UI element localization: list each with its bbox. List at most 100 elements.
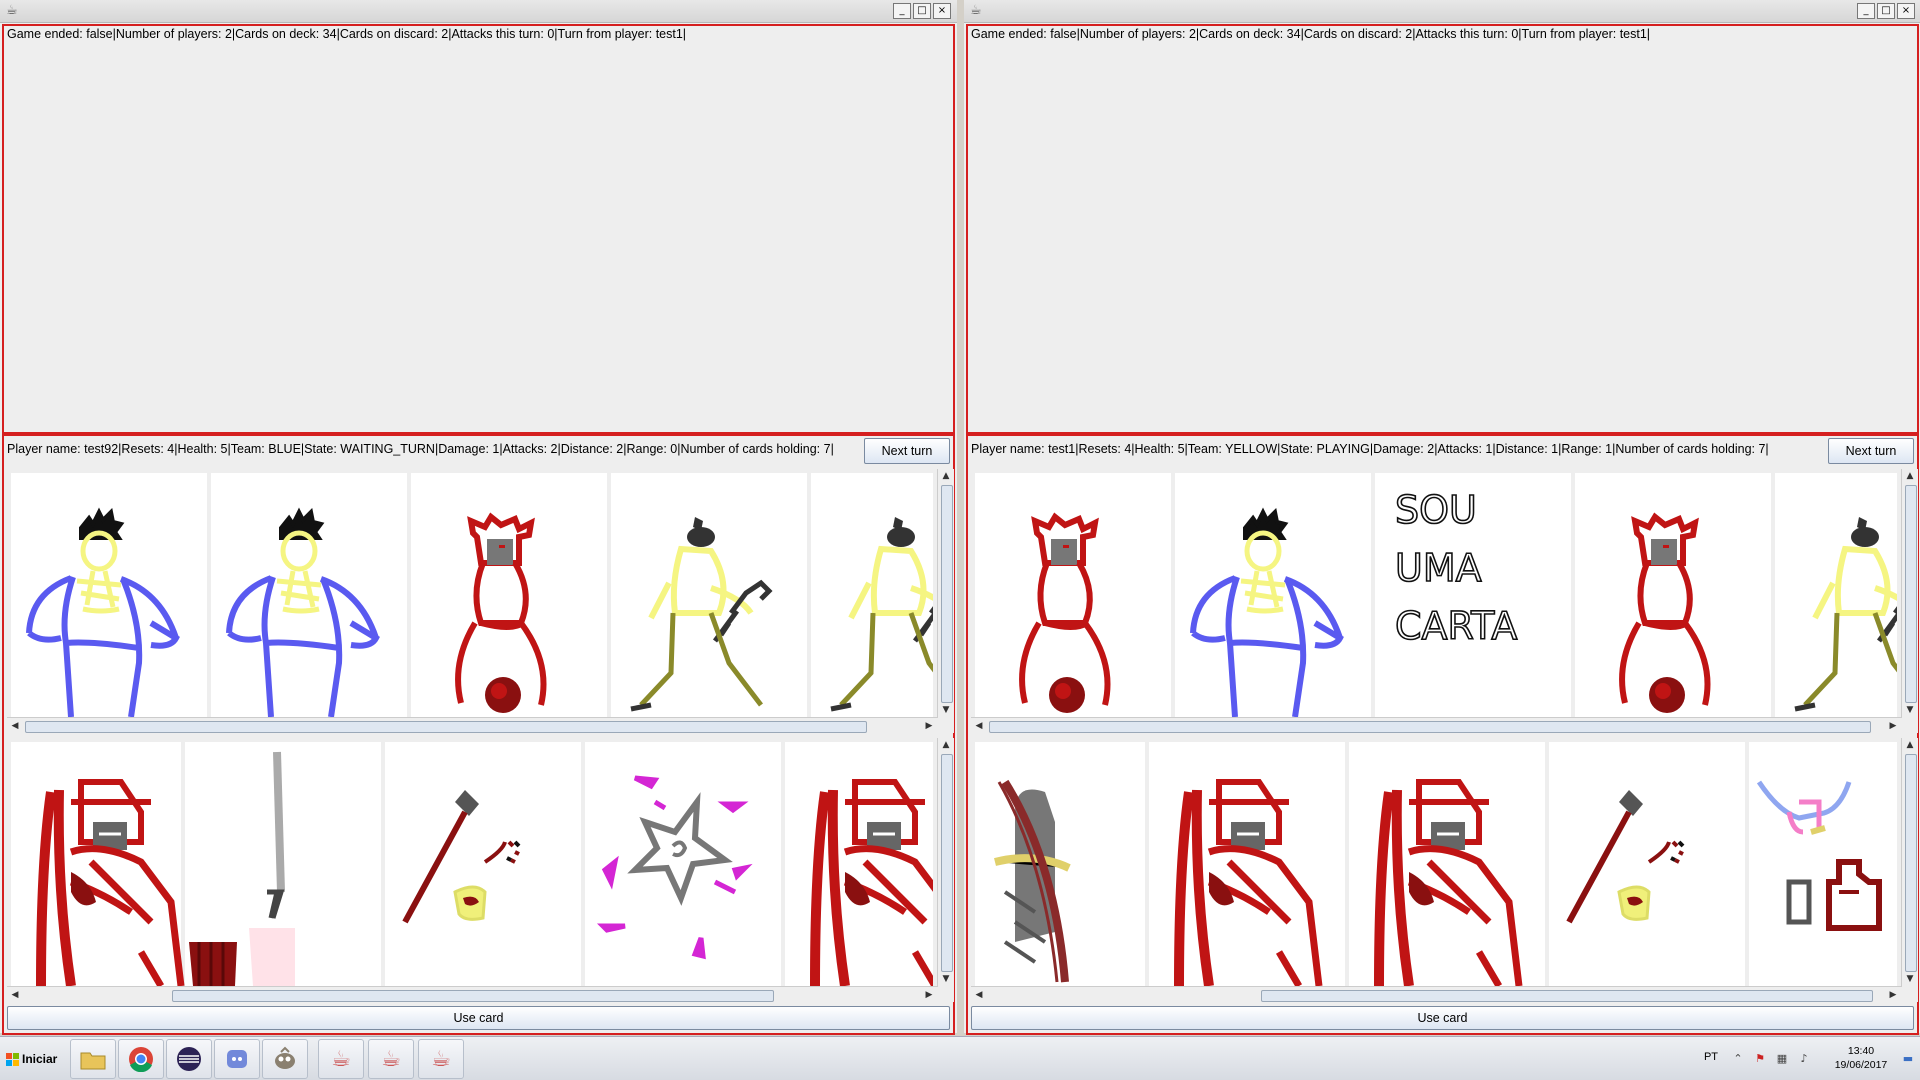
player-panel: Player name: test92|Resets: 4|Health: 5|… — [2, 434, 955, 1035]
scroll-thumb[interactable] — [172, 990, 774, 1002]
vertical-scrollbar[interactable]: ▲ ▼ — [1901, 469, 1918, 717]
taskbar-chrome[interactable] — [118, 1039, 164, 1079]
clock-time: 13:40 — [1847, 1045, 1875, 1057]
blue-ninja-card-art — [1175, 473, 1371, 717]
card[interactable] — [1775, 473, 1897, 717]
next-turn-button[interactable]: Next turn — [864, 438, 950, 464]
red-armored-card-art — [1149, 742, 1345, 986]
horizontal-scrollbar[interactable]: ◀ ▶ — [971, 717, 1902, 733]
show-desktop-icon[interactable]: ▬ — [1902, 1053, 1914, 1065]
scroll-thumb[interactable] — [1905, 754, 1917, 972]
scroll-left-icon[interactable]: ◀ — [971, 719, 987, 733]
scroll-up-icon[interactable]: ▲ — [938, 738, 954, 752]
use-card-button[interactable]: Use card — [971, 1006, 1914, 1030]
yellow-samurai-card-art — [811, 473, 933, 717]
scroll-down-icon[interactable]: ▼ — [1902, 972, 1918, 986]
taskbar-gimp[interactable] — [262, 1039, 308, 1079]
game-status-label: Game ended: false|Number of players: 2|C… — [966, 24, 1919, 44]
clock-date: 19/06/2017 — [1834, 1059, 1888, 1071]
maximize-button[interactable]: □ — [1877, 3, 1895, 19]
yellow-samurai-card-art — [611, 473, 807, 717]
horizontal-scrollbar[interactable]: ◀ ▶ — [7, 717, 938, 733]
maximize-button[interactable]: □ — [913, 3, 931, 19]
card[interactable] — [811, 473, 933, 717]
card[interactable] — [1149, 742, 1345, 986]
card[interactable] — [211, 473, 407, 717]
vertical-scrollbar[interactable]: ▲ ▼ — [937, 738, 954, 986]
scroll-thumb[interactable] — [941, 485, 953, 703]
card[interactable] — [1575, 473, 1771, 717]
scroll-up-icon[interactable]: ▲ — [1902, 738, 1918, 752]
card[interactable] — [11, 742, 181, 986]
scroll-thumb[interactable] — [1905, 485, 1917, 703]
red-warrior-card-art — [411, 473, 607, 717]
system-clock[interactable]: 13:40 19/06/2017 — [1826, 1044, 1896, 1072]
minimize-button[interactable]: _ — [1857, 3, 1875, 19]
horizontal-scrollbar[interactable]: ◀ ▶ — [971, 986, 1902, 1002]
minimize-button[interactable]: _ — [893, 3, 911, 19]
card[interactable] — [975, 742, 1145, 986]
start-button[interactable]: Iniciar — [2, 1046, 61, 1072]
volume-icon[interactable]: ♪ — [1798, 1053, 1810, 1065]
card[interactable] — [1175, 473, 1371, 717]
scroll-right-icon[interactable]: ▶ — [1885, 988, 1901, 1002]
title-bar[interactable]: ☕ _ □ × — [964, 0, 1920, 23]
java-icon: ☕ — [381, 1046, 401, 1072]
eclipse-icon — [177, 1047, 201, 1071]
hand-row-2: ▲ ▼ ◀ ▶ — [971, 738, 1918, 1002]
card[interactable]: SOU UMA CARTA — [1375, 473, 1571, 717]
card[interactable] — [11, 473, 207, 717]
scroll-thumb[interactable] — [989, 721, 1871, 733]
scroll-right-icon[interactable]: ▶ — [921, 988, 937, 1002]
text-card-line3: CARTA — [1395, 604, 1517, 648]
game-window-player-test1: ☕ _ □ × Game ended: false|Number of play… — [964, 0, 1920, 1035]
scroll-thumb[interactable] — [25, 721, 867, 733]
card[interactable] — [585, 742, 781, 986]
scroll-down-icon[interactable]: ▼ — [1902, 703, 1918, 717]
action-center-icon[interactable]: ⚑ — [1754, 1053, 1766, 1065]
taskbar-java-app-3[interactable]: ☕ — [418, 1039, 464, 1079]
scroll-down-icon[interactable]: ▼ — [938, 703, 954, 717]
scroll-left-icon[interactable]: ◀ — [7, 719, 23, 733]
card[interactable] — [1749, 742, 1897, 986]
title-bar[interactable]: ☕ _ □ × — [0, 0, 957, 23]
taskbar-discord[interactable] — [214, 1039, 260, 1079]
scroll-up-icon[interactable]: ▲ — [1902, 469, 1918, 483]
scroll-thumb[interactable] — [941, 754, 953, 972]
card[interactable] — [411, 473, 607, 717]
vertical-scrollbar[interactable]: ▲ ▼ — [1901, 738, 1918, 986]
next-turn-button[interactable]: Next turn — [1828, 438, 1914, 464]
scroll-right-icon[interactable]: ▶ — [1885, 719, 1901, 733]
language-indicator[interactable]: PT — [1704, 1051, 1718, 1063]
card[interactable] — [385, 742, 581, 986]
red-armored-card-art — [11, 742, 207, 986]
start-label: Iniciar — [22, 1052, 58, 1066]
scroll-left-icon[interactable]: ◀ — [7, 988, 23, 1002]
taskbar-java-app-1[interactable]: ☕ — [318, 1039, 364, 1079]
card[interactable] — [975, 473, 1171, 717]
card[interactable] — [185, 742, 381, 986]
show-hidden-icons-icon[interactable]: ⌃ — [1732, 1053, 1744, 1065]
network-icon[interactable]: ▦ — [1776, 1053, 1788, 1065]
card[interactable] — [1549, 742, 1745, 986]
shuriken-card-art — [585, 742, 781, 986]
java-icon: ☕ — [431, 1046, 451, 1072]
use-card-button[interactable]: Use card — [7, 1006, 950, 1030]
scroll-thumb[interactable] — [1261, 990, 1873, 1002]
card[interactable] — [611, 473, 807, 717]
card[interactable] — [785, 742, 933, 986]
close-button[interactable]: × — [933, 3, 951, 19]
scroll-right-icon[interactable]: ▶ — [921, 719, 937, 733]
taskbar-java-app-2[interactable]: ☕ — [368, 1039, 414, 1079]
player-info-label: Player name: test1|Resets: 4|Health: 5|T… — [971, 442, 1769, 456]
taskbar-file-explorer[interactable] — [70, 1039, 116, 1079]
scroll-up-icon[interactable]: ▲ — [938, 469, 954, 483]
card[interactable] — [1349, 742, 1545, 986]
scroll-down-icon[interactable]: ▼ — [938, 972, 954, 986]
card-strip: SOU UMA CARTA — [975, 473, 1897, 717]
taskbar-eclipse[interactable] — [166, 1039, 212, 1079]
horizontal-scrollbar[interactable]: ◀ ▶ — [7, 986, 938, 1002]
close-button[interactable]: × — [1897, 3, 1915, 19]
scroll-left-icon[interactable]: ◀ — [971, 988, 987, 1002]
vertical-scrollbar[interactable]: ▲ ▼ — [937, 469, 954, 717]
